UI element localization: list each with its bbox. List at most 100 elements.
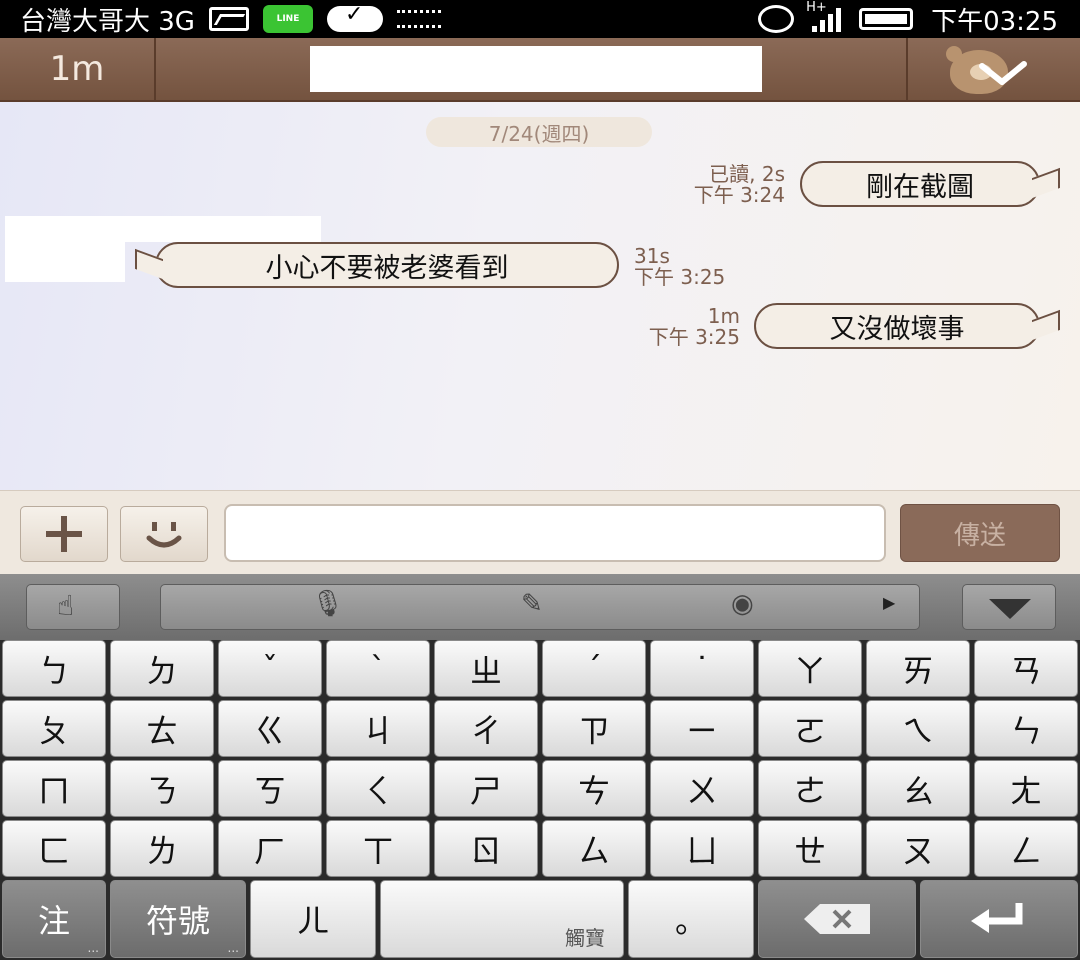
key[interactable]: ㄧ — [650, 700, 754, 757]
backspace-key[interactable] — [758, 880, 916, 958]
key[interactable]: ㄦ — [250, 880, 376, 958]
key[interactable]: ㄩ — [650, 820, 754, 877]
key[interactable]: ˊ — [542, 640, 646, 697]
key[interactable]: ㄏ — [218, 820, 322, 877]
clock-label: 下午03:25 — [931, 6, 1058, 37]
more-arrow-icon[interactable]: ▶ — [883, 593, 895, 612]
key[interactable]: ㄚ — [758, 640, 862, 697]
zhuyin-mode-key[interactable]: 注... — [2, 880, 106, 958]
keyboard: ☝ 🎙 ✎ ◉ ▶ ㄅ ㄉ ˇ ˋ ㄓ ˊ ˙ ㄚ ㄞ ㄢ ㄆ ㄊ ㄍ ㄐ ㄔ … — [0, 574, 1080, 960]
keyboard-row: ㄅ ㄉ ˇ ˋ ㄓ ˊ ˙ ㄚ ㄞ ㄢ — [0, 640, 1080, 700]
key[interactable]: ㄎ — [218, 760, 322, 817]
plus-icon — [46, 516, 82, 552]
key[interactable]: ㄗ — [542, 700, 646, 757]
handwriting-button[interactable]: ☝ — [26, 584, 120, 630]
message-input[interactable] — [224, 504, 886, 562]
carrier-label: 台灣大哥大 3G — [20, 6, 195, 37]
key[interactable]: ㄙ — [542, 820, 646, 877]
add-attachment-button[interactable] — [20, 506, 108, 562]
alarm-icon — [758, 5, 795, 33]
avatar[interactable] — [5, 242, 125, 282]
pencil-icon[interactable]: ✎ — [521, 589, 543, 619]
message-meta: 31s 下午 3:25 — [634, 246, 725, 288]
space-key[interactable]: 觸寶 — [380, 880, 624, 958]
send-button[interactable]: 傳送 — [900, 504, 1060, 562]
chevron-down-icon — [979, 61, 1027, 85]
weibo-icon[interactable]: ◉ — [731, 589, 754, 619]
signal-icon: H+ — [806, 0, 842, 32]
battery-icon — [859, 8, 914, 30]
message-bubble-received[interactable]: 小心不要被老婆看到 — [155, 242, 619, 288]
message-bubble-sent[interactable]: 又沒做壞事 — [754, 303, 1040, 349]
key[interactable]: ㄠ — [866, 760, 970, 817]
chevron-down-icon — [989, 599, 1031, 619]
key[interactable]: ㄔ — [434, 700, 538, 757]
message-meta: 1m 下午 3:25 — [649, 306, 740, 348]
back-button[interactable]: 1m — [0, 38, 156, 100]
key[interactable]: ㄍ — [218, 700, 322, 757]
key[interactable]: ㄥ — [974, 820, 1078, 877]
key[interactable]: ㄒ — [326, 820, 430, 877]
key[interactable]: ㄐ — [326, 700, 430, 757]
key[interactable]: ˙ — [650, 640, 754, 697]
message-time: 下午 3:25 — [634, 265, 726, 289]
network-type-label: H+ — [806, 0, 827, 15]
period-key[interactable]: 。 — [628, 880, 754, 958]
keyboard-row: ㄇ ㄋ ㄎ ㄑ ㄕ ㄘ ㄨ ㄜ ㄠ ㄤ — [0, 760, 1080, 820]
message-bubble-sent[interactable]: 剛在截圖 — [800, 161, 1040, 207]
menu-button[interactable] — [908, 38, 1080, 100]
sender-name-redacted — [5, 216, 321, 242]
key[interactable]: ㄊ — [110, 700, 214, 757]
chat-title-area[interactable] — [156, 38, 908, 100]
key[interactable]: ˋ — [326, 640, 430, 697]
key[interactable]: ˇ — [218, 640, 322, 697]
message-age: 1m — [707, 304, 740, 328]
keyboard-bottom-row: 注... 符號... ㄦ 觸寶 。 — [0, 880, 1080, 960]
key[interactable]: ㄋ — [110, 760, 214, 817]
key[interactable]: ㄝ — [758, 820, 862, 877]
key[interactable]: ㄕ — [434, 760, 538, 817]
symbols-key[interactable]: 符號... — [110, 880, 246, 958]
message-time: 下午 3:24 — [693, 183, 785, 207]
line-notification-icon: LINE — [262, 5, 313, 33]
message-age: 31s — [634, 244, 670, 268]
key[interactable]: ㄟ — [866, 700, 970, 757]
key[interactable]: ㄘ — [542, 760, 646, 817]
key[interactable]: ㄌ — [110, 820, 214, 877]
keyboard-row: ㄆ ㄊ ㄍ ㄐ ㄔ ㄗ ㄧ ㄛ ㄟ ㄣ — [0, 700, 1080, 760]
key[interactable]: ㄇ — [2, 760, 106, 817]
key[interactable]: ㄤ — [974, 760, 1078, 817]
message-meta: 已讀, 2s 下午 3:24 — [694, 164, 785, 206]
cloud-check-icon — [326, 2, 383, 32]
key[interactable]: ㄓ — [434, 640, 538, 697]
key[interactable]: ㄑ — [326, 760, 430, 817]
key[interactable]: ㄆ — [2, 700, 106, 757]
enter-key[interactable] — [920, 880, 1078, 958]
chat-header: 1m — [0, 38, 1080, 102]
key[interactable]: ㄢ — [974, 640, 1078, 697]
emoticon-button[interactable] — [120, 506, 208, 562]
key[interactable]: ㄉ — [110, 640, 214, 697]
chat-area[interactable]: 7/24(週四) 已讀, 2s 下午 3:24 剛在截圖 小心不要被老婆看到 3… — [0, 102, 1080, 490]
key[interactable]: ㄨ — [650, 760, 754, 817]
keyboard-function-bar: 🎙 ✎ ◉ ▶ — [160, 584, 920, 630]
key[interactable]: ㄅ — [2, 640, 106, 697]
microphone-icon[interactable]: 🎙 — [311, 589, 344, 619]
key[interactable]: ㄈ — [2, 820, 106, 877]
key[interactable]: ㄞ — [866, 640, 970, 697]
hand-pointer-icon: ☝ — [57, 589, 75, 622]
key[interactable]: ㄡ — [866, 820, 970, 877]
backspace-icon — [804, 904, 870, 934]
enter-icon — [971, 903, 1023, 933]
keyboard-notification-icon — [396, 10, 441, 28]
key[interactable]: ㄖ — [434, 820, 538, 877]
status-bar: 台灣大哥大 3G LINE H+ 下午03:25 — [0, 0, 1080, 38]
key[interactable]: ㄛ — [758, 700, 862, 757]
message-time: 下午 3:25 — [648, 325, 740, 349]
message-input-bar: 傳送 — [0, 490, 1080, 574]
image-notification-icon — [208, 7, 249, 31]
hide-keyboard-button[interactable] — [962, 584, 1056, 630]
key[interactable]: ㄜ — [758, 760, 862, 817]
keyboard-row: ㄈ ㄌ ㄏ ㄒ ㄖ ㄙ ㄩ ㄝ ㄡ ㄥ — [0, 820, 1080, 880]
key[interactable]: ㄣ — [974, 700, 1078, 757]
